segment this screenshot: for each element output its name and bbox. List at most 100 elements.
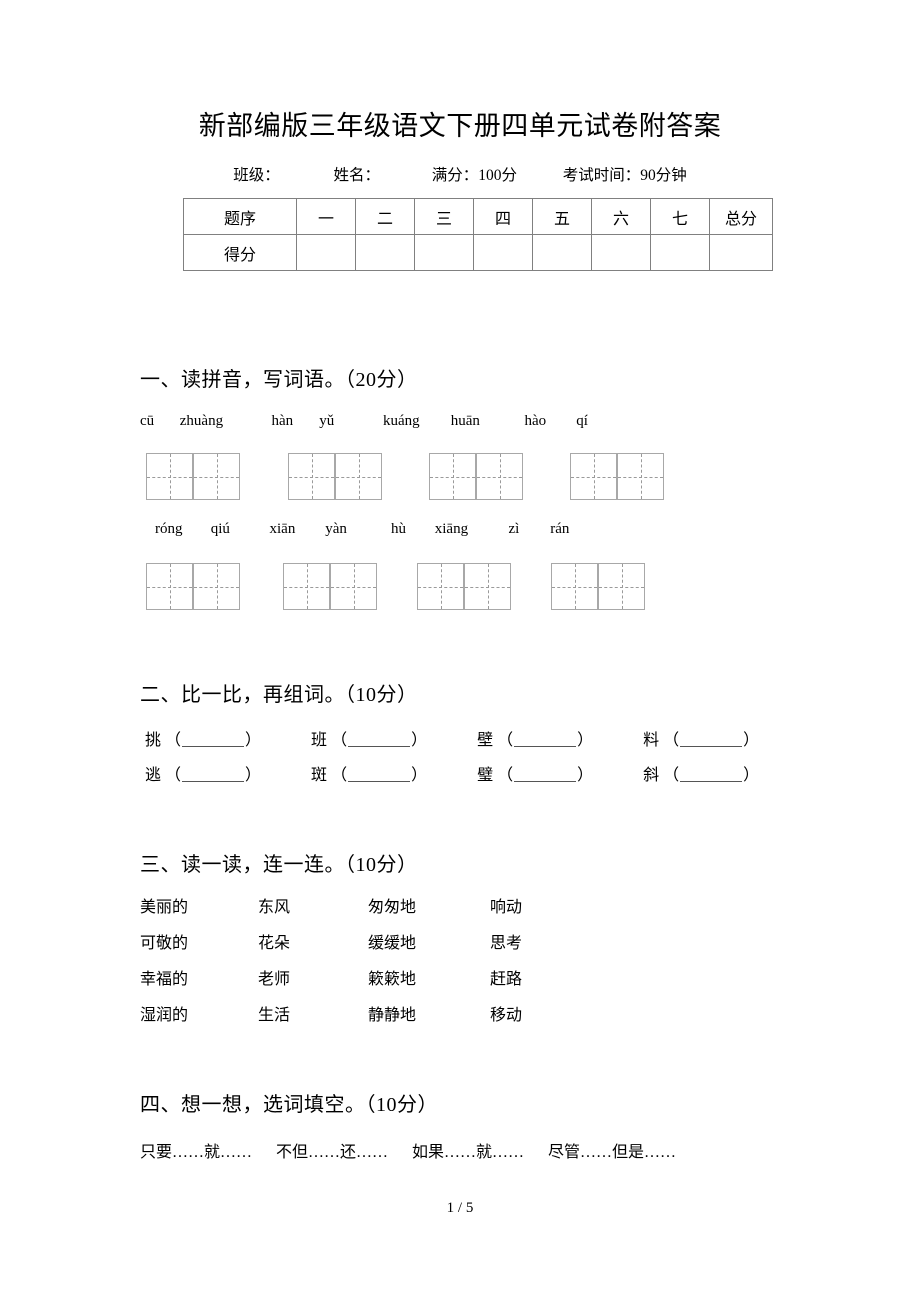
writing-grid-cell[interactable] <box>551 563 598 610</box>
answer-blank[interactable] <box>680 731 743 747</box>
compare-char: 逃 <box>145 767 162 784</box>
answer-blank[interactable] <box>514 766 577 782</box>
page-footer: 1 / 5 <box>446 1200 474 1216</box>
writing-grid-group[interactable] <box>288 453 382 500</box>
match-word[interactable]: 幸福的 <box>140 965 188 989</box>
writing-grid-cell[interactable] <box>335 453 382 500</box>
match-word[interactable]: 匆匆地 <box>368 893 416 917</box>
question-col-total: 总分 <box>709 198 773 235</box>
close-paren: ） <box>411 732 428 749</box>
score-cell-4[interactable] <box>473 234 533 271</box>
match-word[interactable]: 静静地 <box>368 1001 416 1025</box>
compare-row-2: 逃 （ ） 斑 （ ） 璧 （ ） 斜 （ ） <box>145 761 759 785</box>
writing-grid-group[interactable] <box>417 563 511 610</box>
score-cell-2[interactable] <box>355 234 415 271</box>
row-label-score: 得分 <box>183 234 297 271</box>
writing-grid-cell[interactable] <box>598 563 645 610</box>
close-paren: ） <box>245 732 262 749</box>
pinyin-1-4: yǔ <box>319 413 335 429</box>
compare-item: 壁 （ ） <box>477 726 593 750</box>
compare-item: 料 （ ） <box>643 726 759 750</box>
open-paren: （ <box>663 732 680 749</box>
writing-grid-cell[interactable] <box>617 453 664 500</box>
match-word[interactable]: 生活 <box>258 1001 290 1025</box>
match-word[interactable]: 湿润的 <box>140 1001 188 1025</box>
match-word[interactable]: 缓缓地 <box>368 929 416 953</box>
writing-grid-cell[interactable] <box>429 453 476 500</box>
open-paren: （ <box>497 767 514 784</box>
close-paren: ） <box>411 767 428 784</box>
writing-grid-group[interactable] <box>429 453 523 500</box>
writing-grid-group[interactable] <box>283 563 377 610</box>
writing-grid-cell[interactable] <box>464 563 511 610</box>
question-col-3: 三 <box>414 198 474 235</box>
match-word[interactable]: 老师 <box>258 965 290 989</box>
writing-grid-cell[interactable] <box>146 453 193 500</box>
writing-grid-cell[interactable] <box>193 453 240 500</box>
score-cell-7[interactable] <box>650 234 710 271</box>
pinyin-row-2: róng qiú xiān yàn hù xiāng zì rán <box>155 521 569 538</box>
writing-grid-cell[interactable] <box>417 563 464 610</box>
writing-grid-group[interactable] <box>570 453 664 500</box>
answer-blank[interactable] <box>182 731 245 747</box>
table-row: 得分 <box>183 234 773 271</box>
match-word[interactable]: 移动 <box>490 1001 522 1025</box>
score-table: 题序 一 二 三 四 五 六 七 总分 得分 <box>183 198 773 271</box>
writing-grid-group[interactable] <box>146 453 240 500</box>
open-paren: （ <box>165 767 182 784</box>
word-bank: 只要……就…… 不但……还…… 如果……就…… 尽管……但是…… <box>140 1138 676 1162</box>
open-paren: （ <box>165 732 182 749</box>
answer-blank[interactable] <box>348 731 411 747</box>
open-paren: （ <box>497 732 514 749</box>
match-word[interactable]: 簌簌地 <box>368 965 416 989</box>
writing-grid-group[interactable] <box>551 563 645 610</box>
writing-grid-cell[interactable] <box>330 563 377 610</box>
compare-item: 璧 （ ） <box>477 761 593 785</box>
score-cell-total[interactable] <box>709 234 773 271</box>
answer-blank[interactable] <box>182 766 245 782</box>
match-word[interactable]: 可敬的 <box>140 929 188 953</box>
word-bank-item: 尽管……但是…… <box>548 1144 677 1161</box>
word-bank-item: 只要……就…… <box>140 1144 253 1161</box>
section-heading-three: 三、读一读，连一连。（10分） <box>140 854 418 876</box>
question-col-5: 五 <box>532 198 592 235</box>
answer-blank[interactable] <box>514 731 577 747</box>
match-word[interactable]: 美丽的 <box>140 893 188 917</box>
score-cell-1[interactable] <box>296 234 356 271</box>
match-word[interactable]: 响动 <box>490 893 522 917</box>
answer-blank[interactable] <box>680 766 743 782</box>
compare-char: 璧 <box>477 767 494 784</box>
score-cell-6[interactable] <box>591 234 651 271</box>
close-paren: ） <box>245 767 262 784</box>
writing-grid-cell[interactable] <box>193 563 240 610</box>
match-word[interactable]: 思考 <box>490 929 522 953</box>
name-label: 姓名： <box>333 167 380 184</box>
section-heading-four: 四、想一想，选词填空。（10分） <box>140 1094 438 1116</box>
class-label: 班级： <box>233 167 280 184</box>
table-row: 题序 一 二 三 四 五 六 七 总分 <box>183 198 773 235</box>
score-cell-3[interactable] <box>414 234 474 271</box>
compare-char: 斜 <box>643 767 660 784</box>
pinyin-2-5: hù <box>391 521 406 537</box>
writing-grid-cell[interactable] <box>288 453 335 500</box>
open-paren: （ <box>663 767 680 784</box>
writing-grid-cell[interactable] <box>283 563 330 610</box>
writing-grid-cell[interactable] <box>146 563 193 610</box>
word-bank-item: 如果……就…… <box>412 1144 525 1161</box>
word-bank-item: 不但……还…… <box>276 1144 389 1161</box>
match-word[interactable]: 东风 <box>258 893 290 917</box>
pinyin-2-6: xiāng <box>434 521 469 537</box>
answer-blank[interactable] <box>348 766 411 782</box>
compare-item: 斑 （ ） <box>311 761 427 785</box>
match-word[interactable]: 花朵 <box>258 929 290 953</box>
question-col-2: 二 <box>355 198 415 235</box>
score-cell-5[interactable] <box>532 234 592 271</box>
question-col-7: 七 <box>650 198 710 235</box>
writing-grid-cell[interactable] <box>570 453 617 500</box>
writing-grid-cell[interactable] <box>476 453 523 500</box>
compare-item: 班 （ ） <box>311 726 427 750</box>
section-heading-two: 二、比一比，再组词。（10分） <box>140 684 418 706</box>
pinyin-1-1: cū <box>140 413 155 429</box>
writing-grid-group[interactable] <box>146 563 240 610</box>
match-word[interactable]: 赶路 <box>490 965 522 989</box>
